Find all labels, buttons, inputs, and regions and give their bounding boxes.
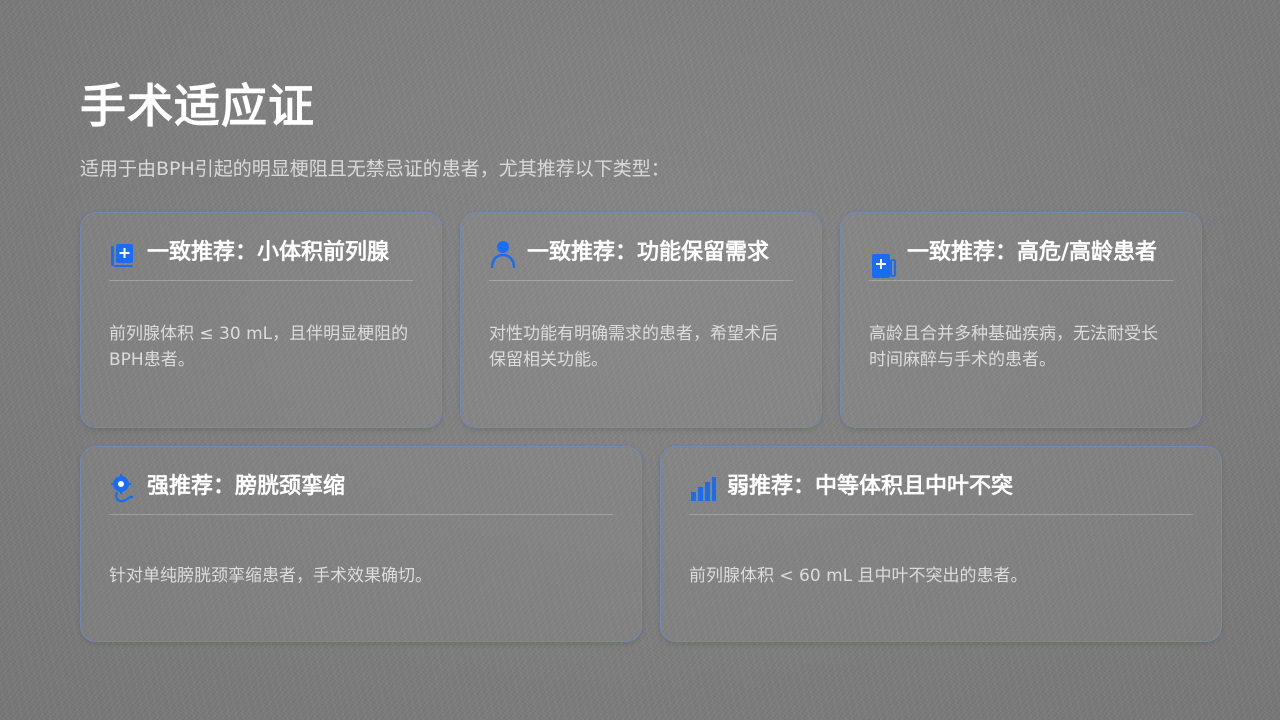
page-subtitle: 适用于由BPH引起的明显梗阻且无禁忌证的患者，尤其推荐以下类型： (80, 158, 670, 180)
card-bladder-neck-contracture: 强推荐：膀胱颈挛缩 针对单纯膀胱颈挛缩患者，手术效果确切。 (80, 446, 642, 642)
card-divider (109, 280, 413, 281)
card-header: 一致推荐：高危/高龄患者 (869, 237, 1173, 281)
medical-kit-icon (872, 254, 896, 278)
card-high-risk-elderly: 一致推荐：高危/高龄患者 高龄且合并多种基础疾病，无法耐受长时间麻醉与手术的患者… (840, 212, 1202, 428)
card-small-prostate: 一致推荐：小体积前列腺 前列腺体积 ≤ 30 mL，且伴明显梗阻的BPH患者。 (80, 212, 442, 428)
user-icon (490, 241, 516, 269)
card-header: 弱推荐：中等体积且中叶不突 (689, 471, 1193, 504)
gear-pipe-icon (111, 474, 134, 503)
card-description: 前列腺体积 < 60 mL 且中叶不突出的患者。 (689, 566, 1028, 586)
card-divider (489, 280, 793, 281)
bar-chart-icon (691, 477, 716, 501)
card-title: 弱推荐：中等体积且中叶不突 (727, 474, 1014, 499)
card-divider (109, 514, 613, 515)
card-medium-volume: 弱推荐：中等体积且中叶不突 前列腺体积 < 60 mL 且中叶不突出的患者。 (660, 446, 1222, 642)
medical-clipboard-icon (111, 244, 133, 267)
card-description: 高龄且合并多种基础疾病，无法耐受长时间麻醉与手术的患者。 (869, 324, 1158, 370)
card-header: 一致推荐：功能保留需求 (489, 237, 793, 270)
card-title: 一致推荐：小体积前列腺 (147, 240, 390, 265)
card-header: 强推荐：膀胱颈挛缩 (109, 471, 613, 504)
slide: 手术适应证 适用于由BPH引起的明显梗阻且无禁忌证的患者，尤其推荐以下类型： 一… (0, 0, 1280, 720)
card-title: 一致推荐：高危/高龄患者 (907, 240, 1158, 265)
card-description: 对性功能有明确需求的患者，希望术后保留相关功能。 (489, 324, 778, 370)
card-description: 针对单纯膀胱颈挛缩患者，手术效果确切。 (109, 566, 432, 586)
card-divider (689, 514, 1193, 515)
page-title: 手术适应证 (80, 79, 315, 133)
card-function-preservation: 一致推荐：功能保留需求 对性功能有明确需求的患者，希望术后保留相关功能。 (460, 212, 822, 428)
card-divider (869, 280, 1173, 281)
card-header: 一致推荐：小体积前列腺 (109, 237, 413, 270)
card-description: 前列腺体积 ≤ 30 mL，且伴明显梗阻的BPH患者。 (109, 324, 409, 370)
card-title: 一致推荐：功能保留需求 (527, 240, 770, 265)
card-title: 强推荐：膀胱颈挛缩 (147, 474, 346, 499)
